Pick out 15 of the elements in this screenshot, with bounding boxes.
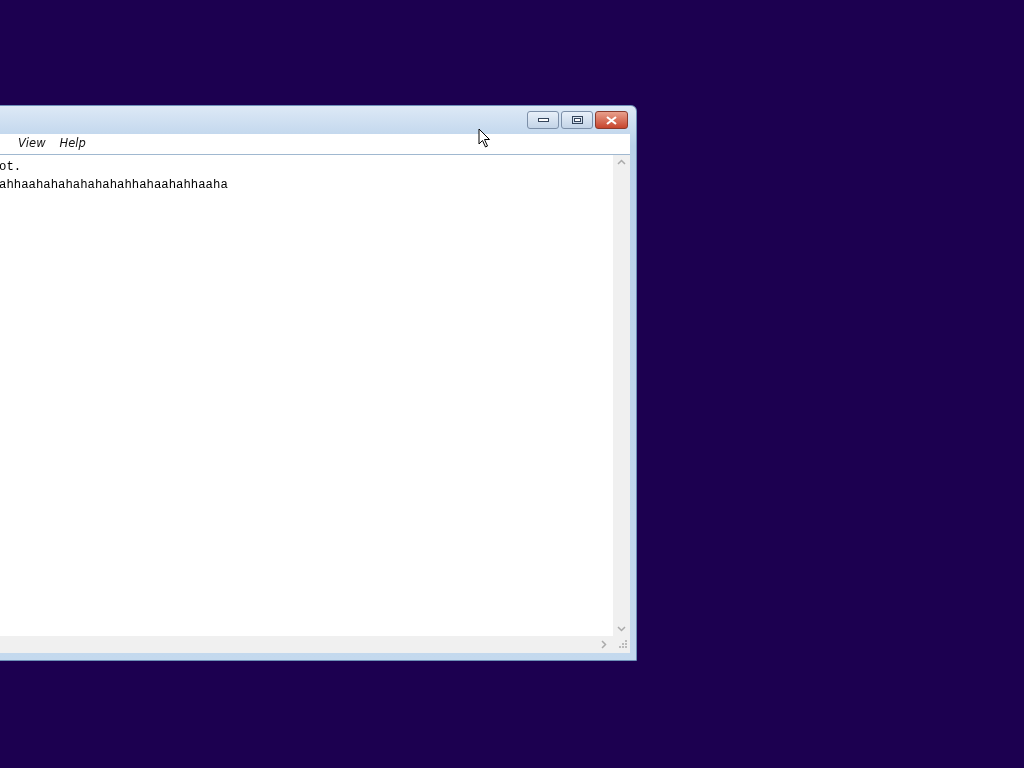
- horizontal-scrollbar[interactable]: [0, 636, 613, 653]
- maximize-button[interactable]: [561, 111, 593, 129]
- menu-item[interactable]: Help: [56, 135, 89, 153]
- scroll-down-icon[interactable]: [617, 626, 626, 632]
- maximize-icon: [571, 116, 583, 124]
- text-line: ot.: [0, 159, 22, 176]
- vertical-scrollbar[interactable]: [613, 155, 630, 636]
- scroll-right-icon[interactable]: [601, 640, 607, 649]
- text-line: ahhaahahahahahahahhahaahahhaaha: [0, 177, 228, 194]
- close-button[interactable]: [595, 111, 628, 129]
- close-icon: [606, 115, 617, 125]
- menu-item[interactable]: View: [15, 135, 49, 153]
- minimize-icon: [537, 118, 549, 122]
- minimize-button[interactable]: [527, 111, 559, 129]
- scroll-up-icon[interactable]: [617, 159, 626, 165]
